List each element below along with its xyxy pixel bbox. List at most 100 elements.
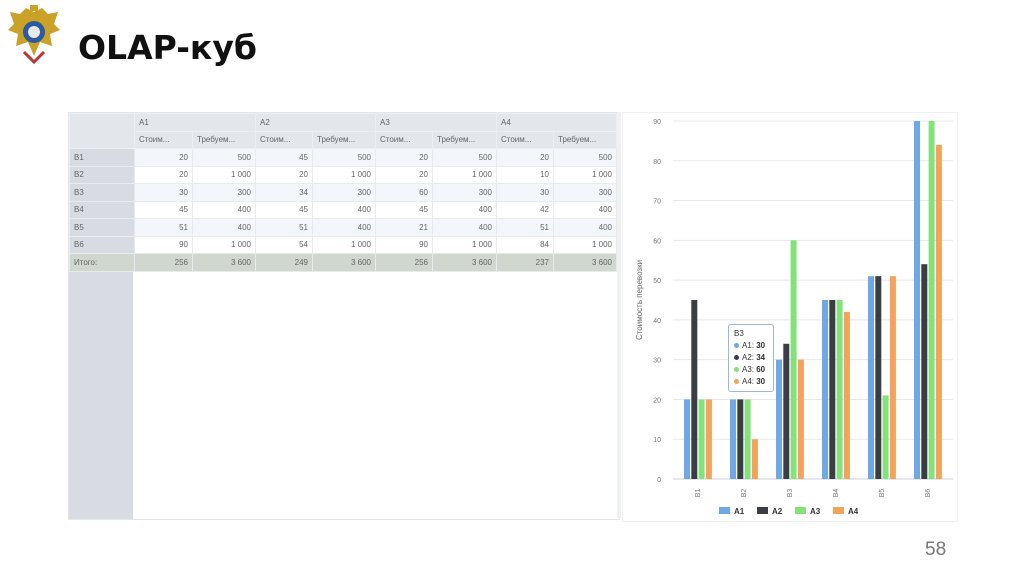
measure-header[interactable]: Требуем...	[192, 130, 256, 149]
y-tick-label: 70	[653, 199, 661, 206]
bar-a3-b5	[882, 395, 889, 479]
data-cell: 20	[375, 148, 433, 167]
data-cell: 400	[553, 200, 617, 219]
bar-a1-b3	[776, 359, 782, 479]
measure-header[interactable]: Стоим...	[375, 130, 433, 149]
bar-a1-b6	[914, 121, 920, 479]
y-tick-label: 10	[653, 437, 661, 444]
measure-header[interactable]: Стоим...	[255, 130, 313, 149]
series-dot-icon	[734, 379, 739, 384]
data-cell: 20	[375, 165, 433, 184]
column-group-header[interactable]: A4	[496, 113, 617, 132]
row-header[interactable]: B4	[69, 200, 135, 219]
data-cell: 1 000	[432, 165, 497, 184]
y-axis-label: Стоимость перевозки	[635, 260, 644, 340]
measure-header[interactable]: Требуем...	[432, 130, 497, 149]
splitter-handle[interactable]	[617, 112, 621, 518]
x-tick-label: B5	[879, 489, 886, 498]
data-cell: 45	[255, 200, 313, 219]
series-dot-icon	[734, 367, 739, 372]
tooltip-value: 30	[756, 341, 766, 350]
data-cell: 1 000	[553, 165, 617, 184]
pivot-grid: A1 A2 A3 A4 Стоим... Требуем... Стоим... Требуе…	[69, 113, 617, 272]
olap-pivot-table: A1 A2 A3 A4 Стоим... Требуем... Стоим... Требуе…	[68, 112, 620, 520]
row-header[interactable]: B5	[69, 218, 135, 237]
bar-a1-b1	[684, 399, 690, 479]
tooltip-item: A1: 30	[734, 340, 768, 352]
measure-header[interactable]: Требуем...	[553, 130, 617, 149]
measure-header[interactable]: Стоим...	[134, 130, 193, 149]
group-header-row: A1 A2 A3 A4	[69, 113, 617, 149]
data-cell: 90	[134, 235, 193, 254]
data-cell: 300	[553, 183, 617, 202]
data-cell: 500	[192, 148, 256, 167]
data-cell: 51	[255, 218, 313, 237]
data-cell: 90	[375, 235, 433, 254]
table-row: B6 90 1 000 54 1 000 90 1 000 84 1 000	[69, 235, 617, 254]
data-cell: 20	[134, 165, 193, 184]
bar-a2-b1	[691, 300, 698, 479]
y-tick-label: 30	[653, 358, 661, 365]
data-cell: 51	[496, 218, 554, 237]
total-cell: 3 600	[553, 253, 617, 272]
table-row: B3 30 300 34 300 60 300 30 300	[69, 183, 617, 202]
corner-cell	[69, 113, 135, 149]
total-cell: 249	[255, 253, 313, 272]
data-cell: 10	[496, 165, 554, 184]
tooltip-value: 34	[756, 353, 766, 362]
column-group-header[interactable]: A2	[255, 113, 376, 132]
bar-a3-b2	[744, 399, 751, 479]
tooltip-series: A1:	[742, 341, 757, 350]
y-tick-label: 80	[653, 159, 661, 166]
data-cell: 300	[432, 183, 497, 202]
data-cell: 20	[255, 165, 313, 184]
bar-a2-b3	[783, 343, 790, 479]
bar-a2-b2	[737, 399, 744, 479]
bar-a4-b5	[889, 276, 896, 479]
x-tick-label: B6	[925, 489, 932, 498]
bar-a4-b6	[935, 144, 942, 479]
emblem-logo	[8, 5, 60, 64]
bar-a2-b4	[829, 300, 836, 479]
row-header[interactable]: B6	[69, 235, 135, 254]
y-tick-label: 40	[653, 318, 661, 325]
row-header[interactable]: B3	[69, 183, 135, 202]
data-cell: 45	[134, 200, 193, 219]
measure-header[interactable]: Стоим...	[496, 130, 554, 149]
legend-swatch-a4	[833, 507, 844, 514]
tooltip-value: 60	[756, 365, 766, 374]
legend-swatch-a2	[757, 507, 768, 514]
row-header[interactable]: B2	[69, 165, 135, 184]
chart-tooltip: B3 A1: 30 A2: 34 A3: 60 A4: 30	[728, 324, 774, 392]
total-cell: 3 600	[312, 253, 376, 272]
column-group-header[interactable]: A1	[134, 113, 256, 132]
series-dot-icon	[734, 343, 739, 348]
tooltip-item: A3: 60	[734, 364, 768, 376]
row-header[interactable]: B1	[69, 148, 135, 167]
total-cell: 256	[375, 253, 433, 272]
column-group-header[interactable]: A3	[375, 113, 497, 132]
data-cell: 500	[312, 148, 376, 167]
bar-a1-b4	[822, 300, 828, 479]
x-tick-label: B2	[741, 489, 748, 498]
data-cell: 400	[312, 218, 376, 237]
bar-a3-b4	[836, 300, 843, 479]
total-cell: 3 600	[192, 253, 256, 272]
series-dot-icon	[734, 355, 739, 360]
bar-a4-b1	[705, 399, 712, 479]
tooltip-item: A2: 34	[734, 352, 768, 364]
bar-a3-b6	[928, 121, 935, 479]
legend-swatch-a3	[795, 507, 806, 514]
data-cell: 1 000	[312, 235, 376, 254]
x-tick-label: B1	[695, 489, 702, 498]
total-label: Итого:	[69, 253, 135, 272]
y-tick-label: 0	[657, 477, 661, 484]
bar-a1-b5	[868, 276, 874, 479]
measure-header[interactable]: Требуем...	[312, 130, 376, 149]
data-cell: 1 000	[192, 165, 256, 184]
data-cell: 300	[312, 183, 376, 202]
slide-title: OLAP-куб	[78, 28, 257, 67]
subheader-row: Стоим... Требуем... Стоим... Требуем... Стои…	[70, 130, 617, 149]
data-cell: 400	[432, 218, 497, 237]
data-cell: 30	[134, 183, 193, 202]
